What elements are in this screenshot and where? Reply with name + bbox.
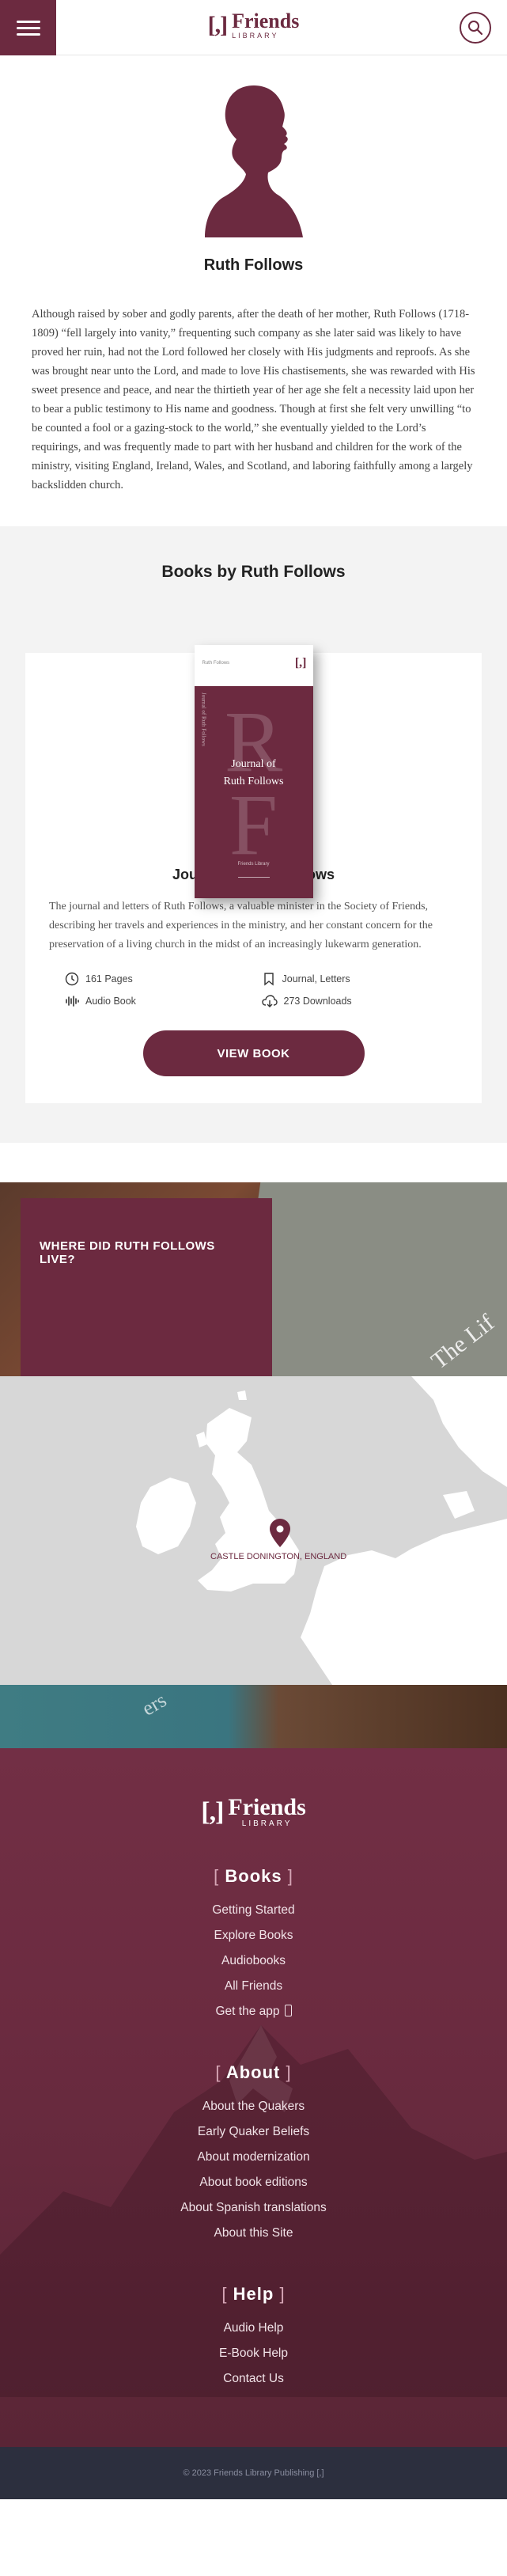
footer-logo[interactable]: [,] Friends LIBRARY [201, 1796, 306, 1828]
meta-tags: Journal, Letters [262, 972, 459, 986]
cover-spine-text: Journal of Ruth Follows [200, 692, 207, 746]
footer-link-all-friends[interactable]: All Friends [0, 1974, 507, 1999]
footer-logo-subtitle: LIBRARY [241, 1819, 293, 1828]
cover-logo: [,] [294, 656, 307, 670]
footer-link-about-site[interactable]: About this Site [0, 2221, 507, 2246]
audio-wave-icon [66, 996, 79, 1007]
footer-link-explore-books[interactable]: Explore Books [0, 1923, 507, 1948]
site-header: [,] Friends LIBRARY [0, 0, 507, 55]
books-section: Books by Ruth Follows Ruth Follows [,] R… [0, 526, 507, 1143]
residence-heading: WHERE DID RUTH FOLLOWS LIVE? [40, 1239, 215, 1266]
footer-link-early-beliefs[interactable]: Early Quaker Beliefs [0, 2119, 507, 2145]
silhouette-portrait [204, 85, 303, 237]
cover-publisher: Friends Library [237, 862, 270, 867]
footer-link-audiobooks[interactable]: Audiobooks [0, 1948, 507, 1974]
hamburger-icon-line [16, 26, 40, 29]
menu-button[interactable] [0, 0, 56, 55]
logo-title: Friends [232, 9, 300, 32]
book-description: The journal and letters of Ruth Follows,… [49, 901, 433, 950]
friend-profile: Ruth Follows Although raised by sober an… [0, 55, 507, 526]
footer-link-modernization[interactable]: About modernization [0, 2145, 507, 2170]
hamburger-icon-line [16, 20, 40, 23]
friend-name: Ruth Follows [203, 256, 304, 274]
footer-link-get-the-app[interactable]: Get the app [0, 1999, 507, 2024]
meta-pages: 161 Pages [65, 972, 262, 986]
residence-map[interactable]: CASTLE DONINGTON, ENGLAND [0, 1376, 507, 1685]
view-book-button[interactable]: VIEW BOOK [142, 1030, 365, 1076]
cover-author: Ruth Follows [202, 661, 230, 666]
footer-section-title: [ Help ] [221, 2284, 286, 2304]
phone-icon [284, 2005, 292, 2016]
footer-link-spanish-translations[interactable]: About Spanish translations [0, 2195, 507, 2221]
residence-heading-box: WHERE DID RUTH FOLLOWS LIVE? [21, 1198, 272, 1376]
footer-strip-image: ers [0, 1685, 507, 1748]
footer-logo-mark: [,] [201, 1796, 224, 1827]
footer-section-title: [ About ] [215, 2062, 292, 2082]
footer-link-audio-help[interactable]: Audio Help [0, 2316, 507, 2341]
friend-bio: Although raised by sober and godly paren… [32, 308, 475, 491]
footer-link-ebook-help[interactable]: E-Book Help [0, 2341, 507, 2366]
footer-link-about-quakers[interactable]: About the Quakers [0, 2094, 507, 2119]
search-button[interactable] [460, 12, 491, 44]
location-pin-icon[interactable] [270, 1519, 290, 1547]
cloud-download-icon [261, 995, 278, 1007]
footer-section-title: [ Books ] [214, 1866, 293, 1886]
book-meta: 161 Pages Journal, Letters Audio Book 27… [49, 972, 458, 1008]
books-heading: Books by Ruth Follows [161, 563, 346, 581]
footer-link-getting-started[interactable]: Getting Started [0, 1898, 507, 1923]
logo-mark: [,] [207, 12, 229, 38]
site-footer: [,] Friends LIBRARY [ Books ] Getting St… [0, 1748, 507, 2447]
book-cover[interactable]: Ruth Follows [,] R F Journal of Ruth Fol… [194, 645, 313, 898]
strip-book-text: ers [138, 1688, 171, 1720]
clock-icon [65, 972, 79, 986]
footer-section-about: [ About ] About the Quakers Early Quaker… [0, 2062, 507, 2246]
search-icon [468, 21, 483, 36]
footer-link-book-editions[interactable]: About book editions [0, 2170, 507, 2195]
site-logo[interactable]: [,] Friends LIBRARY [208, 11, 300, 40]
map-location-label: CASTLE DONINGTON, ENGLAND [210, 1552, 347, 1561]
meta-downloads: 273 Downloads [261, 994, 459, 1008]
meta-audio: Audio Book [65, 994, 262, 1008]
cover-title-line: Journal of [231, 758, 276, 770]
cover-title-line: Ruth Follows [223, 776, 284, 787]
footer-section-books: [ Books ] Getting Started Explore Books … [0, 1866, 507, 2024]
bookmark-icon [263, 973, 274, 986]
footer-logo-title: Friends [228, 1794, 306, 1820]
hamburger-icon-line [16, 32, 40, 36]
map-land [136, 1376, 507, 1685]
footer-section-help: [ Help ] Audio Help E-Book Help Contact … [0, 2284, 507, 2392]
cover-divider [237, 877, 270, 878]
residence-banner: The Lif WHERE DID RUTH FOLLOWS LIVE? [0, 1182, 507, 1376]
footer-link-contact-us[interactable]: Contact Us [0, 2366, 507, 2392]
copyright-bar: © 2023 Friends Library Publishing [,] [0, 2447, 507, 2499]
copyright-text: © 2023 Friends Library Publishing [,] [183, 2468, 324, 2478]
logo-subtitle: LIBRARY [232, 32, 279, 40]
